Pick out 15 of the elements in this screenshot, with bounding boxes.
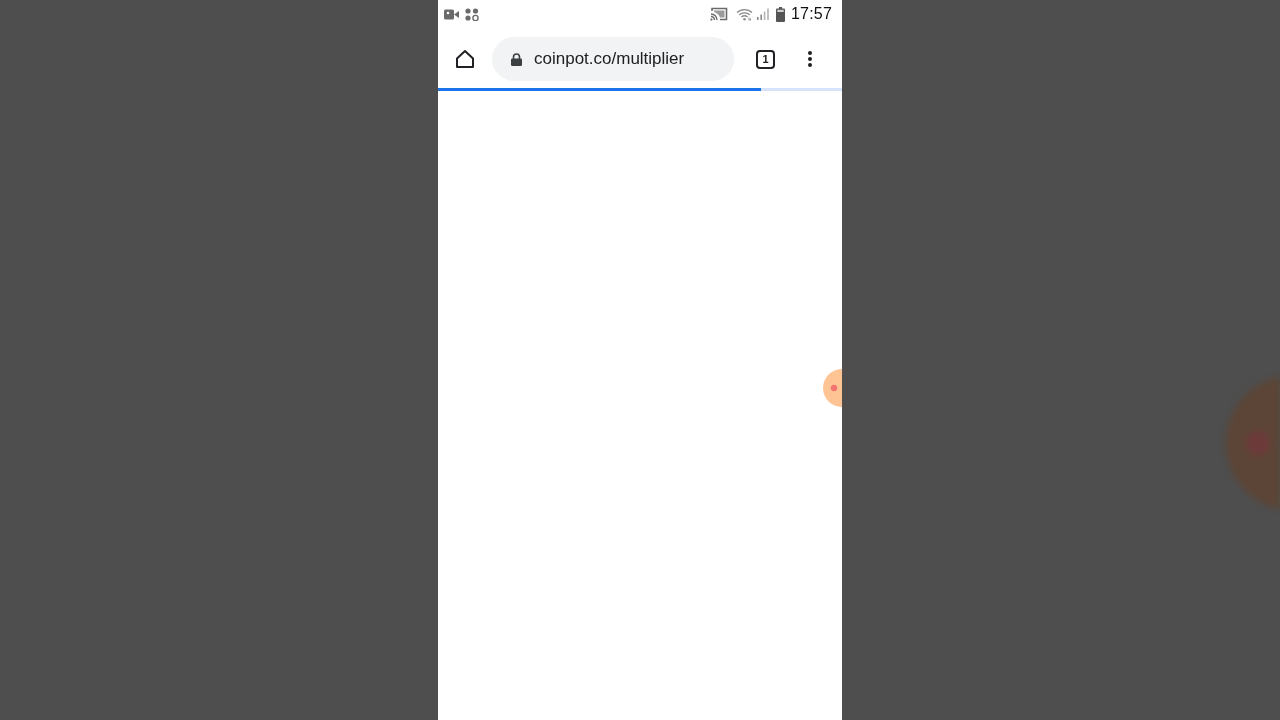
menu-icon xyxy=(808,51,812,67)
cast-icon xyxy=(709,7,728,21)
status-time: 17:57 xyxy=(790,5,832,23)
dots-icon xyxy=(465,7,479,21)
video-camera-icon xyxy=(444,8,459,20)
floating-bubble-icon[interactable] xyxy=(822,368,842,408)
lock-icon xyxy=(511,52,522,66)
wifi-icon xyxy=(735,7,753,21)
home-button[interactable] xyxy=(454,48,476,70)
battery-icon xyxy=(775,6,785,22)
signal-icon xyxy=(756,8,769,20)
tab-switcher-button[interactable]: 1 xyxy=(756,49,775,69)
home-icon xyxy=(455,49,475,69)
menu-button[interactable] xyxy=(806,49,814,69)
address-bar[interactable]: coinpot.co/multiplier xyxy=(492,37,734,81)
